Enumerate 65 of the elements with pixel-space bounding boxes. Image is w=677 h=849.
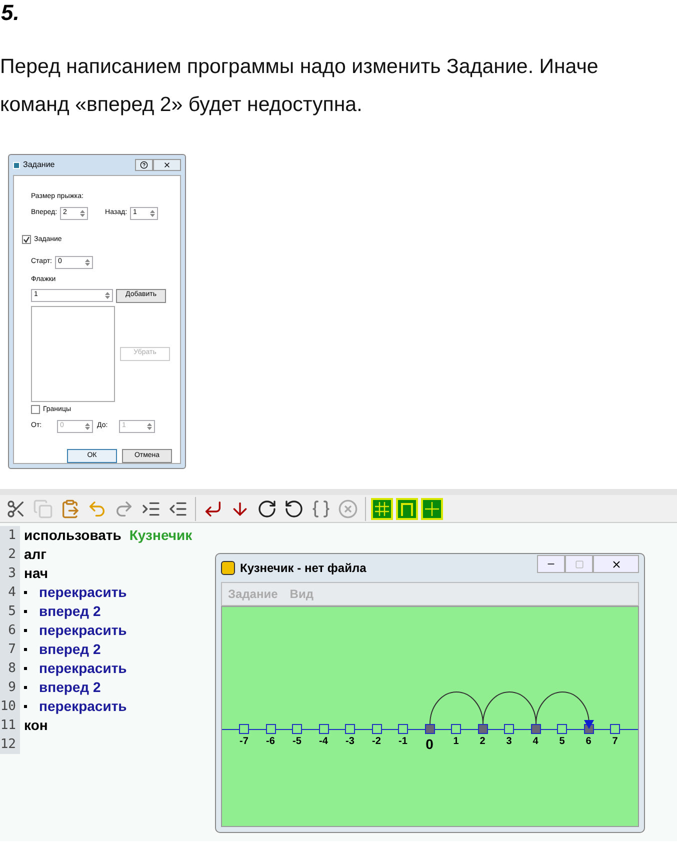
cell-label: -4 [319, 737, 328, 747]
spin-arrows-icon[interactable] [80, 208, 86, 218]
line-number: 12 [0, 735, 20, 754]
code-keyword: алг [24, 545, 47, 564]
spin-arrows-icon[interactable] [85, 422, 90, 431]
cell-label: -3 [346, 737, 354, 747]
cell-label: 0 [426, 737, 434, 751]
spin-arrows-icon[interactable] [147, 422, 152, 431]
checkbox[interactable] [22, 235, 31, 244]
minimize-button[interactable] [537, 555, 565, 573]
task-number: 5. [0, 0, 20, 26]
maximize-icon [574, 560, 584, 568]
cell-label: 5 [559, 737, 565, 747]
cell-label: 3 [506, 737, 512, 747]
code-command: перекрасить [39, 659, 127, 678]
cell-label: -2 [372, 737, 381, 747]
line-number: 3 [0, 564, 20, 583]
spin-arrows-icon[interactable] [84, 258, 90, 267]
line-number: 9 [0, 678, 20, 697]
help-button[interactable] [135, 159, 153, 171]
cell-label: -5 [292, 737, 302, 747]
line-number: 2 [0, 545, 20, 564]
line-number: 8 [0, 659, 20, 678]
code-command: перекрасить [39, 583, 127, 602]
frame-icon[interactable] [396, 498, 418, 520]
spin-arrows-icon[interactable] [150, 208, 156, 218]
flags-list[interactable] [31, 306, 115, 402]
dialog-title: Задание [23, 159, 55, 171]
spin-arrows-icon[interactable] [105, 291, 110, 300]
line-number: 5 [0, 602, 20, 621]
maximize-button[interactable] [565, 555, 593, 573]
code-command: вперед 2 [39, 602, 101, 621]
line-number: 10 [0, 697, 20, 716]
app-icon [13, 162, 20, 168]
task-text: Перед написанием программы надо изменить Задание. Иначе команд «вперед 2» будет недоступна. [0, 54, 600, 118]
close-button[interactable] [153, 159, 181, 171]
code-command: перекрасить [39, 621, 127, 640]
cell-label: 1 [453, 737, 459, 747]
code-command: вперед 2 [39, 678, 101, 697]
code-keyword: использовать [24, 526, 122, 545]
grid-icon[interactable] [371, 498, 393, 520]
cross-grid-icon[interactable] [421, 498, 443, 520]
code-command: перекрасить [39, 697, 127, 716]
help-icon [140, 161, 148, 169]
cell-label: -1 [398, 737, 408, 747]
code-keyword: кон [24, 716, 48, 735]
cell-label: -7 [240, 737, 248, 747]
code-module: Кузнечик [129, 526, 192, 545]
close-button[interactable] [593, 555, 639, 573]
close-icon [610, 558, 622, 570]
cell-label: 6 [586, 737, 592, 747]
cell-label: 7 [612, 737, 618, 747]
line-number: 7 [0, 640, 20, 659]
cell-label: -6 [266, 737, 275, 747]
line-number: 1 [0, 526, 20, 545]
cell-label: 4 [532, 737, 538, 747]
window-title: Кузнечик - нет файла [240, 560, 366, 577]
cell-label: 2 [480, 737, 486, 747]
checkbox[interactable] [31, 405, 40, 414]
code-keyword: нач [24, 564, 48, 583]
code-command: вперед 2 [39, 640, 101, 659]
line-number: 11 [0, 716, 20, 735]
line-number: 4 [0, 583, 20, 602]
close-icon [163, 161, 171, 169]
line-number: 6 [0, 621, 20, 640]
